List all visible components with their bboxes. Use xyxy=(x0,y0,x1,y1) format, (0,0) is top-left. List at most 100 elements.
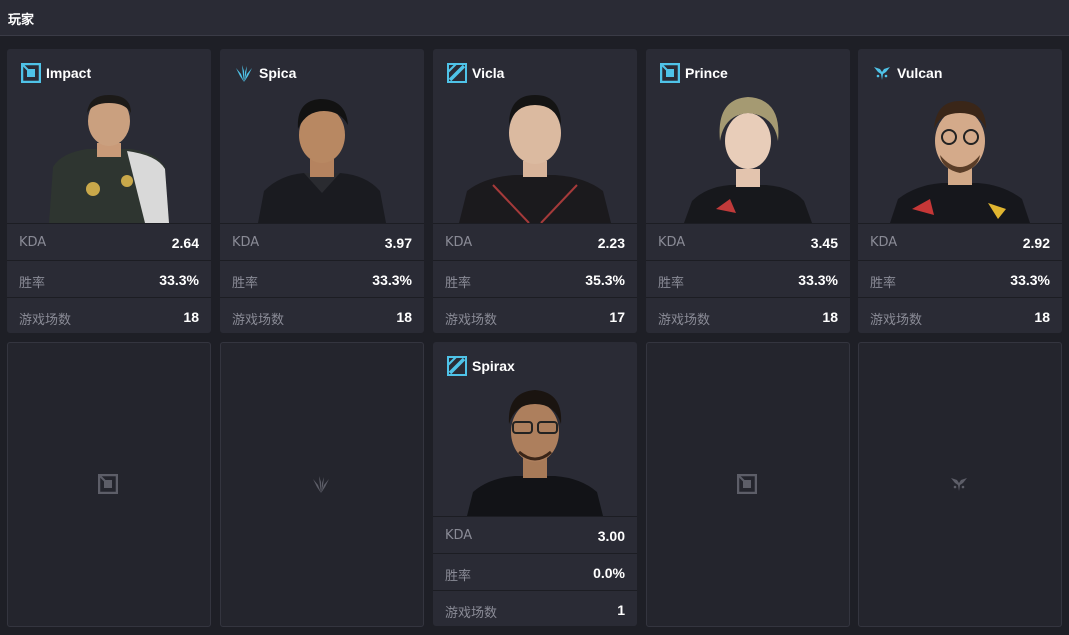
slash-logo-icon xyxy=(447,63,467,83)
square-logo-icon xyxy=(737,474,757,494)
stat-value: 2.23 xyxy=(597,235,625,251)
empty-player-slot xyxy=(646,342,850,627)
stat-label: 游戏场数 xyxy=(445,606,498,621)
stat-value: 33.3% xyxy=(798,272,838,288)
stat-row-games: 游戏场数 18 xyxy=(858,297,1062,333)
stat-row-winrate: 胜率 33.3% xyxy=(7,260,211,297)
stat-label: KDA xyxy=(232,235,260,250)
stat-label: 胜率 xyxy=(870,276,897,291)
stat-label: 游戏场数 xyxy=(870,313,923,328)
bird-logo-icon xyxy=(874,67,890,80)
stat-value: 3.00 xyxy=(597,528,625,544)
stat-label: 胜率 xyxy=(445,569,472,584)
stat-row-kda: KDA 3.97 xyxy=(220,223,424,260)
stat-row-winrate: 胜率 33.3% xyxy=(858,260,1062,297)
stat-row-kda: KDA 2.64 xyxy=(7,223,211,260)
player-card[interactable]: Spica KDA 3.97 胜率 33.3% 游戏场数 18 xyxy=(220,49,424,333)
stat-label: 胜率 xyxy=(658,276,685,291)
section-header: 玩家 xyxy=(0,0,1069,36)
stat-value: 2.64 xyxy=(171,235,199,251)
stat-label: KDA xyxy=(19,235,47,250)
stat-label: 胜率 xyxy=(445,276,472,291)
card-header: Vulcan xyxy=(858,49,1062,93)
stat-row-games: 游戏场数 18 xyxy=(646,297,850,333)
stat-label: 胜率 xyxy=(19,276,46,291)
player-name[interactable]: Impact xyxy=(46,65,91,81)
stat-label: KDA xyxy=(445,528,473,543)
stats-list: KDA 3.45 胜率 33.3% 游戏场数 18 xyxy=(646,223,850,333)
square-logo-icon xyxy=(21,63,41,83)
stat-value: 3.97 xyxy=(384,235,412,251)
stat-row-winrate: 胜率 0.0% xyxy=(433,553,637,590)
stat-value: 33.3% xyxy=(372,272,412,288)
player-name[interactable]: Vulcan xyxy=(897,65,942,81)
stat-label: 胜率 xyxy=(232,276,259,291)
square-logo-icon xyxy=(98,474,118,494)
wing-logo-icon xyxy=(236,65,252,82)
stat-label: KDA xyxy=(870,235,898,250)
stat-value: 18 xyxy=(396,309,412,325)
player-photo xyxy=(890,101,1030,223)
card-header: Vicla xyxy=(433,49,637,93)
section-title: 玩家 xyxy=(8,13,35,28)
player-card[interactable]: Prince KDA 3.45 胜率 33.3% 游戏场数 18 xyxy=(646,49,850,333)
stat-value: 1 xyxy=(617,602,625,618)
stat-value: 33.3% xyxy=(1010,272,1050,288)
player-name[interactable]: Spirax xyxy=(472,358,515,374)
stat-row-kda: KDA 2.92 xyxy=(858,223,1062,260)
player-photo xyxy=(49,95,169,223)
player-photo xyxy=(467,390,603,516)
card-header: Spica xyxy=(220,49,424,93)
stat-label: 游戏场数 xyxy=(19,313,72,328)
card-header: Prince xyxy=(646,49,850,93)
stat-value: 35.3% xyxy=(585,272,625,288)
player-name[interactable]: Vicla xyxy=(472,65,504,81)
wing-logo-icon xyxy=(313,476,329,493)
stat-row-kda: KDA 3.00 xyxy=(433,516,637,553)
slash-logo-icon xyxy=(447,356,467,376)
empty-player-slot xyxy=(858,342,1062,627)
stats-list: KDA 2.23 胜率 35.3% 游戏场数 17 xyxy=(433,223,637,333)
stat-value: 2.92 xyxy=(1022,235,1050,251)
stat-value: 0.0% xyxy=(593,565,625,581)
stat-label: 游戏场数 xyxy=(232,313,285,328)
stats-list: KDA 3.97 胜率 33.3% 游戏场数 18 xyxy=(220,223,424,333)
stats-list: KDA 2.92 胜率 33.3% 游戏场数 18 xyxy=(858,223,1062,333)
stats-list: KDA 2.64 胜率 33.3% 游戏场数 18 xyxy=(7,223,211,333)
stat-row-kda: KDA 3.45 xyxy=(646,223,850,260)
stat-label: KDA xyxy=(445,235,473,250)
player-name[interactable]: Spica xyxy=(259,65,296,81)
player-card[interactable]: Vicla KDA 2.23 胜率 35.3% 游戏场数 17 xyxy=(433,49,637,333)
stat-value: 18 xyxy=(1034,309,1050,325)
stat-label: KDA xyxy=(658,235,686,250)
player-photo xyxy=(684,97,812,223)
bird-logo-icon xyxy=(951,478,967,491)
player-photo xyxy=(258,99,386,223)
stat-row-games: 游戏场数 17 xyxy=(433,297,637,333)
stat-value: 33.3% xyxy=(159,272,199,288)
stat-row-games: 游戏场数 18 xyxy=(7,297,211,333)
player-name[interactable]: Prince xyxy=(685,65,728,81)
empty-player-slot xyxy=(220,342,424,627)
stat-value: 17 xyxy=(609,309,625,325)
stat-row-games: 游戏场数 1 xyxy=(433,590,637,626)
card-header: Impact xyxy=(7,49,211,93)
card-header: Spirax xyxy=(433,342,637,386)
stat-value: 18 xyxy=(822,309,838,325)
stat-row-games: 游戏场数 18 xyxy=(220,297,424,333)
stat-row-winrate: 胜率 33.3% xyxy=(220,260,424,297)
stat-value: 18 xyxy=(183,309,199,325)
stat-row-winrate: 胜率 35.3% xyxy=(433,260,637,297)
empty-player-slot xyxy=(7,342,211,627)
player-card[interactable]: Spirax KDA 3.00 胜率 0.0% 游戏场数 1 xyxy=(433,342,637,626)
square-logo-icon xyxy=(660,63,680,83)
stat-row-kda: KDA 2.23 xyxy=(433,223,637,260)
stat-label: 游戏场数 xyxy=(658,313,711,328)
player-photo xyxy=(459,95,611,223)
stats-list: KDA 3.00 胜率 0.0% 游戏场数 1 xyxy=(433,516,637,626)
stat-label: 游戏场数 xyxy=(445,313,498,328)
player-card[interactable]: Vulcan KDA 2.92 胜率 33.3% 游戏场数 18 xyxy=(858,49,1062,333)
player-card[interactable]: Impact KDA 2.64 胜率 33.3% 游戏场数 18 xyxy=(7,49,211,333)
stat-value: 3.45 xyxy=(810,235,838,251)
stat-row-winrate: 胜率 33.3% xyxy=(646,260,850,297)
